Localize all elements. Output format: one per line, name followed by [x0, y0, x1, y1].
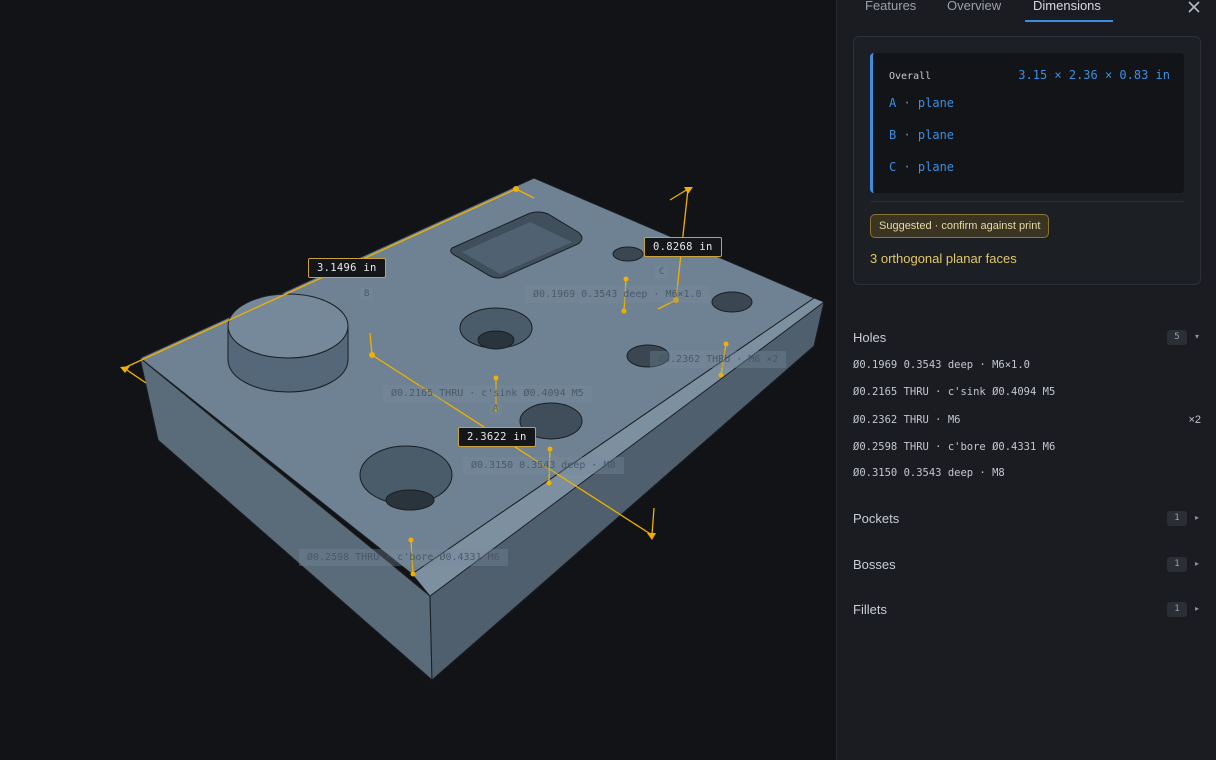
divider: [870, 201, 1184, 202]
feature-annotation[interactable]: Ø0.2165 THRU · c'sink Ø0.4094 M5: [383, 385, 592, 402]
suggestion-badge: Suggested · confirm against print: [870, 214, 1050, 238]
chevron-icon: ▸: [1194, 559, 1199, 568]
section-pockets[interactable]: Pockets 1 ▸: [853, 509, 1201, 529]
datum-a-plane[interactable]: A · plane: [889, 96, 954, 110]
chevron-icon: ▸: [1194, 513, 1199, 522]
datum-marker-c: C: [655, 266, 669, 278]
section-fillets[interactable]: Fillets 1 ▸: [853, 600, 1201, 620]
dimensions-card: Overall 3.15 × 2.36 × 0.83 in A · plane …: [853, 36, 1201, 285]
hole-description: Ø0.2598 THRU · c'bore Ø0.4331 M6: [853, 441, 1056, 453]
datum-box: Overall 3.15 × 2.36 × 0.83 in A · plane …: [870, 53, 1184, 193]
feature-annotation[interactable]: Ø0.2598 THRU · c'bore Ø0.4331 M6: [299, 549, 508, 566]
datum-marker-a: A: [489, 403, 503, 415]
overall-label: Overall: [889, 71, 932, 82]
hole-description: Ø0.1969 0.3543 deep · M6×1.0: [853, 359, 1031, 371]
section-count: 1: [1167, 602, 1187, 617]
datum-b-plane[interactable]: B · plane: [889, 128, 954, 142]
model-viewport[interactable]: 3.1496 in 0.8268 in 2.3622 in Ø0.1969 0.…: [0, 0, 836, 760]
hole-multiplier: ×2: [1188, 414, 1201, 426]
hole-item[interactable]: Ø0.1969 0.3543 deep · M6×1.0: [853, 359, 1201, 375]
panel-tabs: Features Overview Dimensions: [837, 0, 1216, 24]
hole-csink: [459, 307, 533, 350]
hole-small-1: [612, 246, 644, 262]
boss: [227, 293, 349, 393]
datum-c-plane[interactable]: C · plane: [889, 160, 954, 174]
section-title: Bosses: [853, 557, 896, 572]
dimension-width-label[interactable]: 2.3622 in: [458, 427, 536, 447]
section-count: 1: [1167, 511, 1187, 526]
hole-item[interactable]: Ø0.2362 THRU · M6 ×2: [853, 414, 1201, 430]
tab-overview[interactable]: Overview: [947, 0, 1001, 13]
feature-annotation[interactable]: Ø0.1969 0.3543 deep · M6×1.0: [525, 286, 710, 303]
section-holes[interactable]: Holes 5 ▾: [853, 328, 1201, 348]
hole-description: Ø0.2165 THRU · c'sink Ø0.4094 M5: [853, 386, 1056, 398]
section-title: Pockets: [853, 511, 900, 526]
feature-annotation[interactable]: Ø0.2362 THRU · M6 ×2: [650, 351, 787, 368]
hole-item[interactable]: Ø0.2598 THRU · c'bore Ø0.4331 M6: [853, 441, 1201, 457]
hole-item[interactable]: Ø0.2165 THRU · c'sink Ø0.4094 M5: [853, 386, 1201, 402]
hole-item[interactable]: Ø0.3150 0.3543 deep · M8: [853, 467, 1201, 483]
chevron-icon: ▾: [1194, 332, 1199, 341]
feature-annotation[interactable]: Ø0.3150 0.3543 deep · M8: [463, 457, 624, 474]
hole-description: Ø0.3150 0.3543 deep · M8: [853, 467, 1005, 479]
dimension-height-label[interactable]: 0.8268 in: [644, 237, 722, 257]
active-tab-indicator: [1025, 20, 1113, 22]
section-bosses[interactable]: Bosses 1 ▸: [853, 555, 1201, 575]
hole-description: Ø0.2362 THRU · M6: [853, 414, 961, 426]
dimension-length-label[interactable]: 3.1496 in: [308, 258, 386, 278]
chevron-icon: ▸: [1194, 604, 1199, 613]
section-title: Fillets: [853, 602, 887, 617]
overall-value: 3.15 × 2.36 × 0.83 in: [1018, 68, 1170, 82]
section-count: 5: [1167, 330, 1187, 345]
faces-summary: 3 orthogonal planar faces: [870, 251, 1017, 266]
part-model: [120, 177, 825, 682]
close-icon[interactable]: [1186, 0, 1202, 15]
inspector-panel: Features Overview Dimensions Overall 3.1…: [836, 0, 1216, 760]
section-title: Holes: [853, 330, 887, 345]
section-count: 1: [1167, 557, 1187, 572]
tab-features[interactable]: Features: [865, 0, 916, 13]
tab-dimensions[interactable]: Dimensions: [1033, 0, 1101, 13]
hole-small-2: [711, 291, 753, 313]
datum-marker-b: B: [360, 288, 374, 300]
